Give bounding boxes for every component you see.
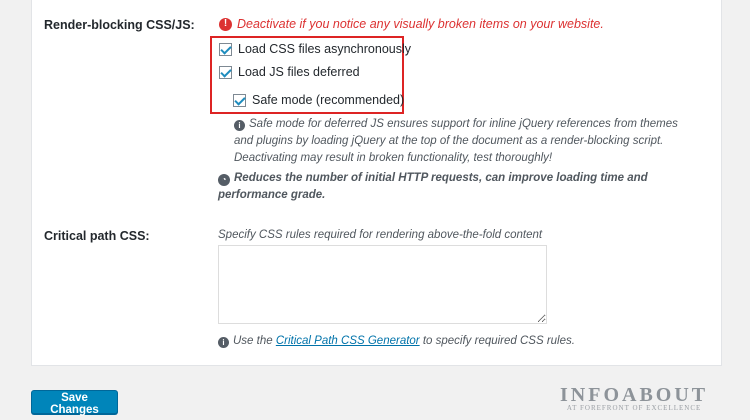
critical-path-css-generator-link[interactable]: Critical Path CSS Generator bbox=[276, 335, 420, 347]
benefit-info: ◔ Reduces the number of initial HTTP requ… bbox=[218, 170, 648, 204]
load-css-async-option[interactable]: Load CSS files asynchronously bbox=[219, 42, 411, 56]
safe-mode-info-line-3: Deactivating may result in broken functi… bbox=[234, 152, 553, 164]
safe-mode-info-line-2: and plugins by loading jQuery at the top… bbox=[234, 135, 664, 147]
speedometer-icon: ◔ bbox=[218, 173, 230, 186]
load-css-async-label: Load CSS files asynchronously bbox=[238, 42, 412, 56]
critical-css-textarea[interactable] bbox=[218, 245, 547, 324]
warning-icon: ! bbox=[219, 17, 232, 31]
save-changes-button[interactable]: Save Changes bbox=[31, 390, 118, 416]
info-icon: i bbox=[234, 120, 245, 131]
watermark-tagline: AT FOREFRONT OF EXCELLENCE bbox=[566, 404, 702, 412]
critical-css-label: Critical path CSS: bbox=[44, 229, 150, 243]
safe-mode-info-line-1: Safe mode for deferred JS ensures suppor… bbox=[249, 118, 678, 130]
safe-mode-info: i Safe mode for deferred JS ensures suppo… bbox=[234, 116, 678, 167]
hint-prefix: Use the bbox=[233, 335, 276, 347]
critical-css-hint: i Use the Critical Path CSS Generator to … bbox=[218, 335, 575, 348]
safe-mode-checkbox[interactable] bbox=[233, 93, 246, 107]
infoabout-watermark: INFOABOUT AT FOREFRONT OF EXCELLENCE bbox=[560, 384, 708, 412]
warning-text: Deactivate if you notice any visually br… bbox=[237, 17, 604, 31]
critical-css-description: Specify CSS rules required for rendering… bbox=[218, 229, 543, 241]
info-icon: i bbox=[218, 337, 229, 348]
load-js-deferred-option[interactable]: Load JS files deferred bbox=[219, 65, 360, 79]
load-css-async-checkbox[interactable] bbox=[219, 42, 232, 56]
safe-mode-option[interactable]: Safe mode (recommended) bbox=[233, 93, 404, 107]
safe-mode-label: Safe mode (recommended) bbox=[252, 93, 405, 107]
hint-suffix: to specify required CSS rules. bbox=[419, 335, 575, 347]
load-js-deferred-label: Load JS files deferred bbox=[238, 65, 360, 79]
deactivate-warning: ! Deactivate if you notice any visually … bbox=[219, 17, 604, 31]
benefit-info-line-1: Reduces the number of initial HTTP reque… bbox=[234, 172, 648, 184]
benefit-info-line-2: performance grade. bbox=[218, 189, 326, 201]
render-blocking-label: Render-blocking CSS/JS: bbox=[44, 18, 195, 32]
load-js-deferred-checkbox[interactable] bbox=[219, 65, 232, 79]
